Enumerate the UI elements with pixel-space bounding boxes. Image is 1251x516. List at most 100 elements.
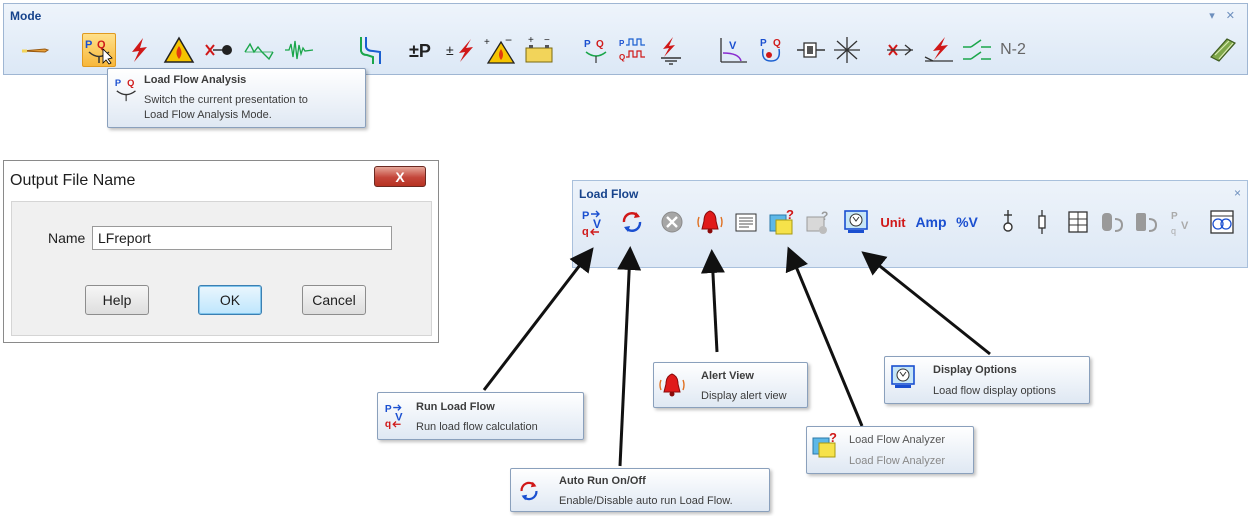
svg-text:Q: Q — [127, 78, 134, 88]
alert-view-arrow — [700, 249, 725, 353]
n-2-analysis-icon[interactable]: N-2 — [996, 33, 1030, 67]
unit-label: Unit — [880, 214, 906, 230]
tooltip-description-line1: Switch the current presentation to — [144, 94, 308, 106]
scenario-wizard-icon[interactable] — [1206, 33, 1240, 67]
percent-voltage-icon[interactable]: %V — [951, 205, 983, 239]
mode-toolbar-title: Mode — [10, 9, 42, 23]
bus-icon[interactable] — [993, 205, 1023, 239]
panel-icon[interactable] — [1063, 205, 1093, 239]
n-2-label: N-2 — [1000, 41, 1026, 58]
contingency-analysis-icon[interactable] — [884, 33, 918, 67]
tooltip-title: Alert View — [701, 370, 754, 382]
reliability-icon[interactable]: ± — [444, 33, 478, 67]
report-analyzer-icon: ? — [803, 205, 833, 239]
svg-text:Q: Q — [619, 53, 625, 62]
svg-text:P: P — [385, 404, 392, 415]
auto-run-toggle-icon[interactable] — [617, 205, 647, 239]
svg-text:P: P — [85, 39, 92, 51]
svg-text:P: P — [584, 39, 591, 50]
motor-acceleration-icon[interactable] — [202, 33, 236, 67]
branch-icon[interactable] — [1027, 205, 1057, 239]
svg-text:?: ? — [829, 430, 837, 445]
optimal-capacitor-placement-icon[interactable]: PQ — [756, 33, 790, 67]
tooltip-description: Enable/Disable auto run Load Flow. — [559, 495, 733, 507]
svg-text:P: P — [1171, 211, 1178, 222]
load-flow-analysis-tooltip: PQ Load Flow Analysis Switch the current… — [107, 68, 366, 128]
close-button[interactable]: X — [374, 166, 426, 187]
dc-load-flow-icon[interactable]: PQ — [616, 33, 650, 67]
svg-text:±: ± — [446, 42, 454, 58]
update-cable-load-icon — [1099, 205, 1129, 239]
unit-display-icon[interactable]: Unit — [875, 205, 911, 239]
alert-view-icon[interactable] — [695, 205, 725, 239]
stop-icon — [657, 205, 687, 239]
transient-stability-icon[interactable] — [282, 33, 316, 67]
harmonic-analysis-icon[interactable] — [242, 33, 276, 67]
name-input[interactable] — [92, 226, 392, 250]
run-load-flow-icon[interactable]: PVq — [579, 205, 609, 239]
battery-sizing-icon[interactable]: + − — [522, 33, 556, 67]
compare-icon[interactable] — [1207, 205, 1237, 239]
display-options-arrow — [861, 251, 991, 356]
display-options-icon — [887, 361, 919, 393]
panel-system-icon[interactable] — [830, 33, 864, 67]
auto-run-toggle-icon — [513, 475, 545, 507]
mode-toolbar: Mode ▾ ✕ PQ ±P ± + − + − P Q P Q V P Q N… — [3, 3, 1248, 75]
update-pv-icon: PVq — [1167, 205, 1197, 239]
dc-arc-flash-icon[interactable]: + − — [482, 33, 516, 67]
percent-voltage-label: %V — [956, 214, 978, 230]
short-circuit-icon[interactable] — [122, 33, 156, 67]
load-flow-analysis-icon[interactable]: PQ — [82, 33, 116, 67]
arc-flash-icon[interactable] — [162, 33, 196, 67]
svg-text:P: P — [582, 210, 589, 222]
voltage-stability-icon[interactable]: V — [716, 33, 750, 67]
cancel-button[interactable]: Cancel — [302, 285, 366, 315]
run-load-flow-tooltip: PVq Run Load Flow Run load flow calculat… — [377, 392, 584, 440]
svg-text:−: − — [544, 35, 550, 46]
load-flow-analysis-icon: PQ — [112, 73, 144, 105]
tooltip-title: Load Flow Analysis — [144, 74, 247, 86]
auto-run-tooltip: Auto Run On/Off Enable/Disable auto run … — [510, 468, 770, 512]
dialog-title: Output File Name — [10, 172, 136, 189]
load-flow-analyzer-icon[interactable]: ? — [767, 205, 797, 239]
display-options-icon[interactable] — [841, 205, 871, 239]
svg-text:±P: ±P — [409, 41, 431, 61]
tooltip-description: Load flow display options — [933, 385, 1056, 397]
edit-mode-icon[interactable] — [18, 33, 52, 67]
ground-grid-icon[interactable] — [654, 33, 688, 67]
svg-text:V: V — [593, 217, 601, 231]
dialog-body: Name Help OK Cancel — [11, 201, 432, 336]
tooltip-title: Display Options — [933, 364, 1017, 376]
help-button[interactable]: Help — [85, 285, 149, 315]
amp-display-icon[interactable]: Amp — [913, 205, 949, 239]
svg-text:?: ? — [786, 207, 794, 222]
load-flow-toolbar-title: Load Flow — [579, 187, 639, 201]
unbalanced-load-flow-icon[interactable]: PQ — [580, 33, 614, 67]
ok-button[interactable]: OK — [198, 285, 262, 315]
report-icon[interactable] — [731, 205, 761, 239]
svg-text:P: P — [115, 78, 121, 88]
svg-text:V: V — [1181, 220, 1189, 232]
run-load-flow-icon: PVq — [380, 399, 412, 431]
load-flow-analyzer-tooltip: ? Load Flow Analyzer Load Flow Analyzer — [806, 426, 974, 474]
svg-text:V: V — [729, 40, 737, 52]
optimal-power-flow-icon[interactable]: ±P — [406, 33, 440, 67]
close-icon[interactable]: × — [1234, 186, 1241, 200]
switching-sequence-icon[interactable] — [960, 33, 994, 67]
alert-view-icon — [656, 369, 688, 401]
svg-text:q: q — [385, 419, 391, 429]
display-options-tooltip: Display Options Load flow display option… — [884, 356, 1090, 404]
svg-text:+: + — [484, 37, 490, 48]
amp-label: Amp — [915, 214, 947, 230]
svg-text:q: q — [582, 226, 589, 237]
dc-short-circuit-icon[interactable] — [922, 33, 956, 67]
tooltip-title: Load Flow Analyzer — [849, 434, 945, 446]
protective-coordination-icon[interactable] — [352, 33, 386, 67]
cable-pulling-icon[interactable] — [794, 33, 828, 67]
mode-toolbar-controls[interactable]: ▾ ✕ — [1209, 9, 1239, 22]
svg-text:+: + — [528, 35, 534, 46]
run-load-flow-arrow — [482, 247, 594, 391]
svg-text:−: − — [505, 35, 512, 47]
svg-text:P: P — [619, 39, 625, 48]
load-flow-analyzer-icon: ? — [809, 429, 841, 461]
